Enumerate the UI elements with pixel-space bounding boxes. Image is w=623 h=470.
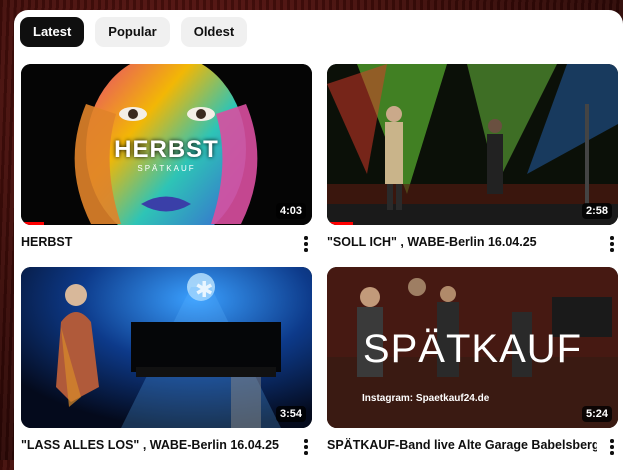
more-options-icon[interactable] [610, 236, 614, 252]
video-thumbnail[interactable]: ✱ 3:54 [21, 267, 312, 428]
video-grid-panel: Latest Popular Oldest HERBST SPÄTKAUF 4:… [14, 10, 623, 470]
video-card-herbst[interactable]: HERBST SPÄTKAUF 4:03 HERBST [21, 64, 312, 252]
watch-progress-bar [21, 222, 45, 225]
chip-oldest[interactable]: Oldest [180, 17, 248, 47]
video-card-spaetkauf-live[interactable]: SPÄTKAUF Instagram: Spaetkauf24.de 5:24 … [327, 267, 618, 455]
video-card-lass-alles-los[interactable]: ✱ 3:54 "LASS ALLES LOS" , WABE-Berlin 16… [21, 267, 312, 455]
chip-popular[interactable]: Popular [95, 17, 170, 47]
thumbnail-overlay-subtitle: Instagram: Spaetkauf24.de [362, 393, 490, 404]
watch-progress-bar [327, 222, 354, 225]
duration-badge: 2:58 [581, 203, 612, 219]
video-thumbnail[interactable]: SPÄTKAUF Instagram: Spaetkauf24.de 5:24 [327, 267, 618, 428]
thumbnail-overlay-title: HERBST [114, 136, 219, 163]
video-title[interactable]: "SOLL ICH" , WABE-Berlin 16.04.25 [327, 235, 597, 249]
more-options-icon[interactable] [304, 439, 308, 455]
duration-badge: 3:54 [275, 406, 306, 422]
video-title[interactable]: SPÄTKAUF-Band live Alte Garage Babelsber… [327, 438, 597, 452]
duration-badge: 4:03 [275, 203, 306, 219]
video-title[interactable]: HERBST [21, 235, 291, 249]
video-thumbnail[interactable]: HERBST SPÄTKAUF 4:03 [21, 64, 312, 225]
more-options-icon[interactable] [610, 439, 614, 455]
video-card-soll-ich[interactable]: 2:58 "SOLL ICH" , WABE-Berlin 16.04.25 [327, 64, 618, 252]
chip-latest[interactable]: Latest [20, 17, 85, 47]
thumbnail-overlay-title: SPÄTKAUF [362, 327, 583, 371]
video-thumbnail[interactable]: 2:58 [327, 64, 618, 225]
duration-badge: 5:24 [581, 406, 612, 422]
thumbnail-overlay-subtitle: SPÄTKAUF [137, 164, 196, 173]
more-options-icon[interactable] [304, 236, 308, 252]
sort-chips: Latest Popular Oldest [20, 17, 248, 47]
snowflake-icon: ✱ [195, 277, 214, 302]
video-title[interactable]: "LASS ALLES LOS" , WABE-Berlin 16.04.25 [21, 438, 291, 452]
